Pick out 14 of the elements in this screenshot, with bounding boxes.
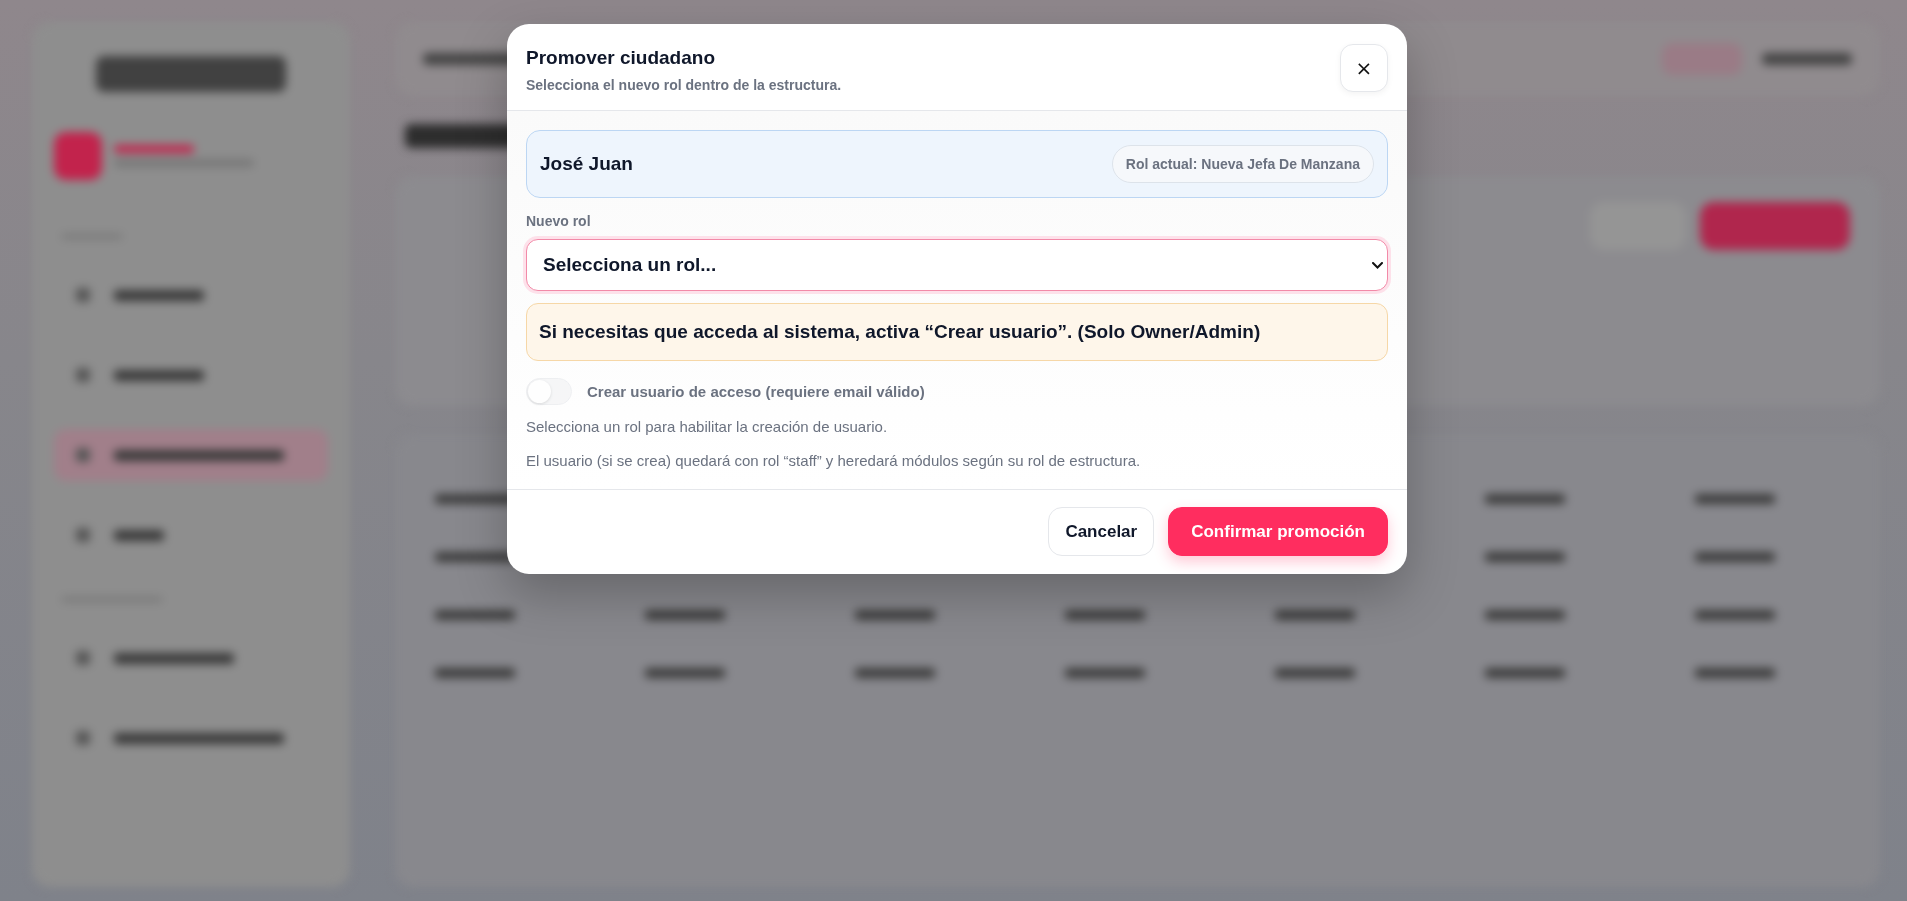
role-select[interactable]: Selecciona un rol...: [526, 239, 1388, 291]
cancel-button[interactable]: Cancelar: [1048, 507, 1155, 556]
toggle-label: Crear usuario de acceso (requiere email válido): [587, 383, 925, 400]
hint-text: Selecciona un rol para habilitar la creación de usuario.: [526, 418, 889, 436]
dialog-title: Promover ciudadano: [526, 46, 716, 70]
person-name: José Juan: [540, 153, 633, 175]
confirm-button[interactable]: Confirmar promoción: [1168, 507, 1388, 556]
close-button[interactable]: ×: [1340, 44, 1388, 92]
dialog-subtitle: Selecciona el nuevo rol dentro de la estructura.: [526, 77, 842, 94]
field-label: Nuevo rol: [526, 213, 592, 230]
chevron-down-icon: [1372, 261, 1383, 269]
current-role-badge: Rol actual: Nueva Jefa De Manzana: [1111, 145, 1374, 183]
info-notice: Si necesitas que acceda al sistema, activa “Crear usuario”. (Solo Owner/Admin): [526, 303, 1388, 361]
hint-text: El usuario (si se crea) quedará con rol “staff” y heredará módulos según su rol de estructura.: [526, 452, 1142, 470]
